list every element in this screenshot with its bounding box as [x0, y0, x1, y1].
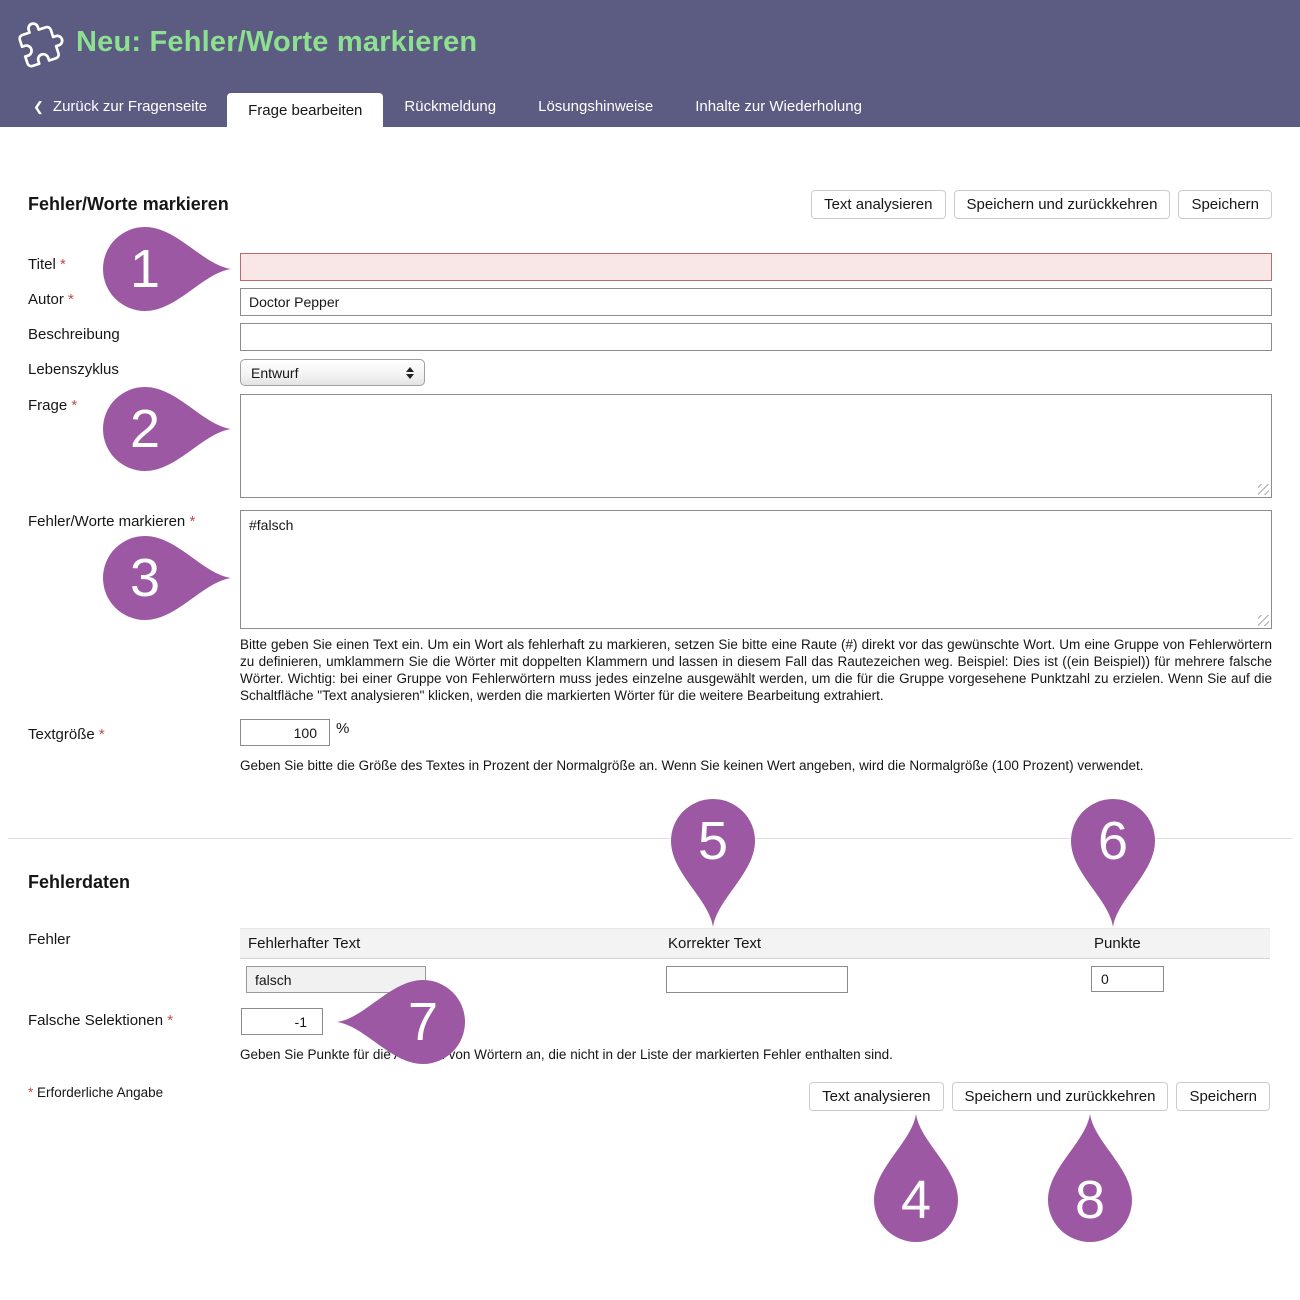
falsche-selektionen-help-text: Geben Sie Punkte für die Auswahl von Wör…: [240, 1046, 1272, 1063]
save-button[interactable]: Speichern: [1178, 190, 1272, 219]
save-button[interactable]: Speichern: [1176, 1082, 1270, 1111]
fehler-table-header: Fehlerhafter Text Korrekter Text Punkte: [240, 928, 1270, 959]
titel-label: Titel *: [28, 256, 66, 273]
lebenszyklus-selected-value: Entwurf: [251, 365, 298, 381]
percent-unit-label: %: [336, 720, 349, 737]
annotation-pin-6: 6: [1069, 797, 1157, 929]
resize-gripper-icon[interactable]: [1258, 484, 1269, 495]
tab-bar: ❮ Zurück zur Fragenseite Frage bearbeite…: [0, 85, 1300, 127]
fehler-worte-textarea-wrap: #falsch: [240, 510, 1272, 629]
save-and-return-button[interactable]: Speichern und zurückkehren: [952, 1082, 1169, 1111]
form-section-head: Fehler/Worte markieren Text analysieren …: [28, 190, 1272, 219]
required-asterisk: *: [167, 1012, 173, 1029]
beschreibung-input[interactable]: [240, 323, 1272, 351]
back-to-question-page-link[interactable]: ❮ Zurück zur Fragenseite: [33, 85, 207, 127]
textgroesse-label: Textgröße *: [28, 726, 105, 743]
tab-rueckmeldung[interactable]: Rückmeldung: [383, 85, 517, 127]
annotation-pin-8: 8: [1046, 1112, 1134, 1244]
fehler-worte-label: Fehler/Worte markieren *: [28, 513, 195, 530]
chevron-left-icon: ❮: [33, 99, 44, 115]
beschreibung-label: Beschreibung: [28, 326, 120, 343]
annotation-pin-5: 5: [669, 797, 757, 929]
textgroesse-input[interactable]: [240, 719, 330, 746]
up-down-arrows-icon: [406, 367, 414, 379]
form-section-title: Fehler/Worte markieren: [28, 194, 229, 215]
analyze-text-button[interactable]: Text analysieren: [809, 1082, 943, 1111]
annotation-pin-2: 2: [101, 385, 233, 473]
falsche-selektionen-label: Falsche Selektionen *: [28, 1012, 173, 1029]
annotation-pin-3: 3: [101, 534, 233, 622]
tab-frage-bearbeiten[interactable]: Frage bearbeiten: [227, 93, 383, 127]
required-fields-note: * Erforderliche Angabe: [28, 1085, 163, 1100]
resize-gripper-icon[interactable]: [1258, 615, 1269, 626]
analyze-text-button[interactable]: Text analysieren: [811, 190, 945, 219]
save-and-return-button[interactable]: Speichern und zurückkehren: [954, 190, 1171, 219]
lebenszyklus-select[interactable]: Entwurf: [240, 359, 425, 386]
titel-input[interactable]: [240, 253, 1272, 281]
top-header-bar: Neu: Fehler/Worte markieren: [0, 0, 1300, 85]
tab-inhalte-zur-wiederholung[interactable]: Inhalte zur Wiederholung: [674, 85, 883, 127]
frage-label: Frage *: [28, 397, 77, 414]
required-asterisk: *: [28, 1085, 33, 1100]
required-asterisk: *: [189, 513, 195, 530]
fehlerhafter-text-input[interactable]: [246, 966, 426, 993]
fehler-row-label: Fehler: [28, 931, 71, 948]
lebenszyklus-label: Lebenszyklus: [28, 361, 119, 378]
section-divider: [8, 838, 1292, 839]
table-row: [240, 959, 1270, 1009]
punkte-input[interactable]: [1091, 966, 1164, 992]
column-header-fehlerhafter-text: Fehlerhafter Text: [240, 935, 660, 952]
falsche-selektionen-input[interactable]: [241, 1008, 323, 1035]
annotation-pin-4: 4: [872, 1112, 960, 1244]
page-title: Neu: Fehler/Worte markieren: [76, 26, 477, 59]
required-asterisk: *: [60, 256, 66, 273]
fehler-worte-help-text: Bitte geben Sie einen Text ein. Um ein W…: [240, 636, 1272, 704]
frage-textarea-wrap: [240, 394, 1272, 498]
korrekter-text-input[interactable]: [666, 966, 848, 993]
autor-input[interactable]: [240, 288, 1272, 316]
autor-label: Autor *: [28, 291, 74, 308]
fehler-table: Fehlerhafter Text Korrekter Text Punkte: [240, 928, 1270, 1009]
tab-loesungshinweise[interactable]: Lösungshinweise: [517, 85, 674, 127]
column-header-punkte: Punkte: [1082, 935, 1270, 952]
textgroesse-help-text: Geben Sie bitte die Größe des Textes in …: [240, 757, 1272, 774]
top-button-row: Text analysieren Speichern und zurückkeh…: [811, 190, 1272, 219]
page: Neu: Fehler/Worte markieren ❮ Zurück zur…: [0, 0, 1300, 1300]
fehler-worte-textarea[interactable]: #falsch: [240, 510, 1272, 629]
required-asterisk: *: [68, 291, 74, 308]
required-asterisk: *: [71, 397, 77, 414]
column-header-korrekter-text: Korrekter Text: [660, 935, 1082, 952]
back-link-label: Zurück zur Fragenseite: [53, 98, 207, 115]
bottom-button-row: Text analysieren Speichern und zurückkeh…: [809, 1082, 1270, 1111]
frage-textarea[interactable]: [240, 394, 1272, 498]
fehlerdaten-section-title: Fehlerdaten: [28, 872, 130, 893]
required-asterisk: *: [99, 726, 105, 743]
annotation-pin-1: 1: [101, 225, 233, 313]
puzzle-icon: [12, 14, 70, 72]
